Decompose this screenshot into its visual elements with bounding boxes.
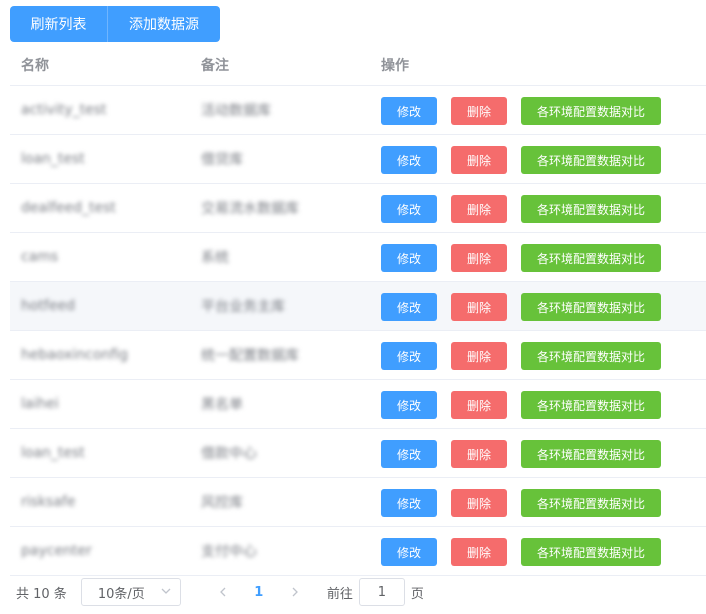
table-row: dealfeed_test 交易流水数据库 修改 删除 各环境配置数据对比 xyxy=(10,184,706,233)
row-note: 活动数据库 xyxy=(201,103,271,119)
delete-button[interactable]: 删除 xyxy=(451,195,507,223)
row-name: paycenter xyxy=(21,543,92,559)
edit-button[interactable]: 修改 xyxy=(381,293,437,321)
goto-page-input[interactable] xyxy=(358,578,405,606)
delete-button[interactable]: 删除 xyxy=(451,391,507,419)
row-name: risksafe xyxy=(21,494,76,510)
edit-button[interactable]: 修改 xyxy=(381,489,437,517)
row-name: dealfeed_test xyxy=(21,200,116,216)
row-name: activity_test xyxy=(21,102,107,118)
compare-configs-button[interactable]: 各环境配置数据对比 xyxy=(521,489,661,517)
chevron-right-icon xyxy=(292,587,298,597)
goto-suffix: 页 xyxy=(410,586,424,602)
chevron-down-icon xyxy=(161,588,171,594)
row-note: 系统 xyxy=(201,250,229,266)
row-note: 黑名单 xyxy=(201,397,243,413)
compare-configs-button[interactable]: 各环境配置数据对比 xyxy=(521,293,661,321)
compare-configs-button[interactable]: 各环境配置数据对比 xyxy=(521,146,661,174)
delete-button[interactable]: 删除 xyxy=(451,440,507,468)
pagination: 共 10 条 10条/页 1 前往 页 xyxy=(16,578,424,606)
table-body: activity_test 活动数据库 修改 删除 各环境配置数据对比 loan_test… xyxy=(10,86,706,576)
table-row: hebaoxinconfig 统一配置数据库 修改 删除 各环境配置数据对比 xyxy=(10,331,706,380)
table-row: loan_test 借款中心 修改 删除 各环境配置数据对比 xyxy=(10,429,706,478)
compare-configs-button[interactable]: 各环境配置数据对比 xyxy=(521,391,661,419)
refresh-list-button[interactable]: 刷新列表 xyxy=(10,6,108,42)
row-note: 平台业务主库 xyxy=(201,299,285,315)
add-datasource-button[interactable]: 添加数据源 xyxy=(108,6,220,42)
table-row: activity_test 活动数据库 修改 删除 各环境配置数据对比 xyxy=(10,86,706,135)
row-note: 交易流水数据库 xyxy=(201,201,299,217)
row-note: 风控库 xyxy=(201,495,243,511)
edit-button[interactable]: 修改 xyxy=(381,146,437,174)
row-name: loan_test xyxy=(21,445,85,461)
edit-button[interactable]: 修改 xyxy=(381,244,437,272)
compare-configs-button[interactable]: 各环境配置数据对比 xyxy=(521,195,661,223)
row-note: 统一配置数据库 xyxy=(201,348,299,364)
table-row: laihei 黑名单 修改 删除 各环境配置数据对比 xyxy=(10,380,706,429)
page-number-current[interactable]: 1 xyxy=(241,578,277,606)
prev-page-button[interactable] xyxy=(205,578,241,606)
delete-button[interactable]: 删除 xyxy=(451,146,507,174)
edit-button[interactable]: 修改 xyxy=(381,391,437,419)
row-name: laihei xyxy=(21,396,59,412)
goto-page: 前往 页 xyxy=(327,578,424,606)
goto-prefix: 前往 xyxy=(326,586,353,602)
header-operations: 操作 xyxy=(381,57,409,74)
row-name: hebaoxinconfig xyxy=(21,347,128,363)
delete-button[interactable]: 删除 xyxy=(451,293,507,321)
compare-configs-button[interactable]: 各环境配置数据对比 xyxy=(521,440,661,468)
datasource-table: 名称 备注 操作 activity_test 活动数据库 修改 删除 各环境配置数据对比… xyxy=(10,44,706,576)
total-count: 共 10 条 xyxy=(16,586,67,602)
table-row: risksafe 风控库 修改 删除 各环境配置数据对比 xyxy=(10,478,706,527)
table-row: hotfeed 平台业务主库 修改 删除 各环境配置数据对比 xyxy=(10,282,706,331)
edit-button[interactable]: 修改 xyxy=(381,538,437,566)
toolbar: 刷新列表 添加数据源 xyxy=(10,6,220,42)
compare-configs-button[interactable]: 各环境配置数据对比 xyxy=(521,97,661,125)
delete-button[interactable]: 删除 xyxy=(451,244,507,272)
edit-button[interactable]: 修改 xyxy=(381,97,437,125)
table-row: paycenter 支付中心 修改 删除 各环境配置数据对比 xyxy=(10,527,706,576)
delete-button[interactable]: 删除 xyxy=(451,97,507,125)
row-note: 借款中心 xyxy=(201,446,257,462)
row-note: 借贷库 xyxy=(201,152,243,168)
row-note: 支付中心 xyxy=(201,544,257,560)
page-size-select[interactable]: 10条/页 xyxy=(80,578,181,606)
row-name: cams xyxy=(21,249,59,265)
delete-button[interactable]: 删除 xyxy=(451,489,507,517)
page-size-value: 10条/页 xyxy=(97,586,145,602)
compare-configs-button[interactable]: 各环境配置数据对比 xyxy=(521,342,661,370)
edit-button[interactable]: 修改 xyxy=(381,342,437,370)
delete-button[interactable]: 删除 xyxy=(451,342,507,370)
chevron-left-icon xyxy=(219,587,226,597)
row-name: loan_test xyxy=(21,151,85,167)
table-row: loan_test 借贷库 修改 删除 各环境配置数据对比 xyxy=(10,135,706,184)
header-note: 备注 xyxy=(201,57,229,74)
edit-button[interactable]: 修改 xyxy=(381,440,437,468)
compare-configs-button[interactable]: 各环境配置数据对比 xyxy=(521,244,661,272)
table-header: 名称 备注 操作 xyxy=(10,44,706,86)
table-row: cams 系统 修改 删除 各环境配置数据对比 xyxy=(10,233,706,282)
next-page-button[interactable] xyxy=(277,578,313,606)
header-name: 名称 xyxy=(21,57,49,74)
row-name: hotfeed xyxy=(21,298,75,314)
compare-configs-button[interactable]: 各环境配置数据对比 xyxy=(521,538,661,566)
edit-button[interactable]: 修改 xyxy=(381,195,437,223)
delete-button[interactable]: 删除 xyxy=(451,538,507,566)
